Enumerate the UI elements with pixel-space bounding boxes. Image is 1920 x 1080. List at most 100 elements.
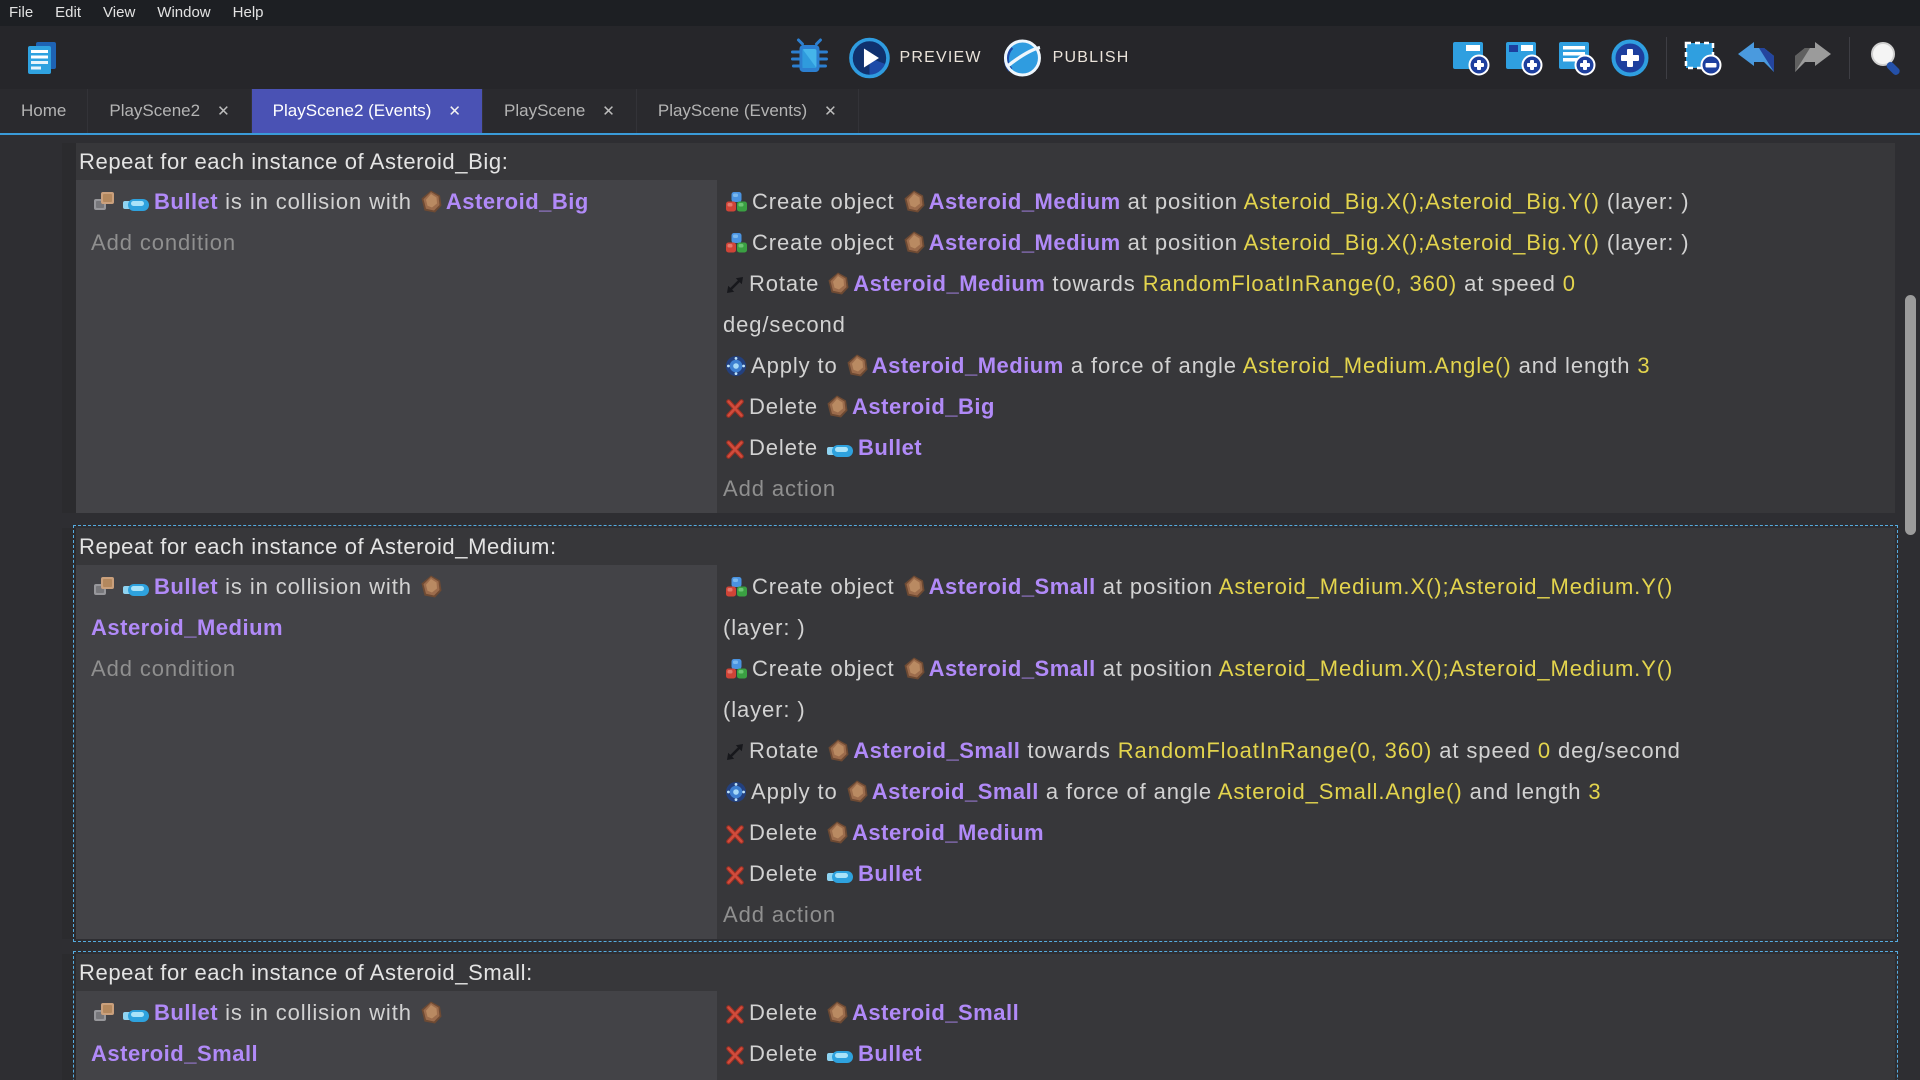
action-row[interactable]: Delete Bullet xyxy=(723,853,1887,894)
event-block[interactable]: Repeat for each instance of Asteroid_Med… xyxy=(62,528,1895,939)
event-block[interactable]: Repeat for each instance of Asteroid_Sma… xyxy=(62,954,1895,1080)
bullet-icon xyxy=(827,1049,854,1065)
event-drag-handle[interactable] xyxy=(62,143,76,513)
token-obj: Asteroid_Small xyxy=(872,779,1039,804)
token-text: at speed xyxy=(1432,738,1538,763)
menu-help[interactable]: Help xyxy=(222,0,275,26)
token-obj: Asteroid_Medium xyxy=(872,353,1064,378)
action-row[interactable]: Create object Asteroid_Medium at positio… xyxy=(723,222,1887,263)
action-row[interactable]: Create object Asteroid_Medium at positio… xyxy=(723,181,1887,222)
action-row[interactable]: Apply to Asteroid_Small a force of angle… xyxy=(723,771,1887,812)
token-obj: Bullet xyxy=(858,435,922,460)
tab-close-icon[interactable]: ✕ xyxy=(602,104,615,119)
add-comment-button[interactable] xyxy=(1553,35,1601,81)
action-row[interactable]: Delete Asteroid_Big xyxy=(723,386,1887,427)
action-row[interactable]: Create object Asteroid_Small at position… xyxy=(723,566,1887,648)
menu-view[interactable]: View xyxy=(92,0,146,26)
tab-label: PlayScene xyxy=(504,101,585,121)
preview-play-icon xyxy=(848,37,890,79)
condition-row[interactable]: Bullet is in collision with Asteroid_Big xyxy=(91,181,707,222)
project-manager-button[interactable] xyxy=(16,33,66,83)
search-button[interactable] xyxy=(1862,34,1910,82)
action-row[interactable]: Rotate Asteroid_Medium towards RandomFlo… xyxy=(723,263,1887,345)
token-text: is in collision with xyxy=(218,1000,419,1025)
add-condition-button[interactable]: Add condition xyxy=(91,1074,707,1080)
event-header[interactable]: Repeat for each instance of Asteroid_Med… xyxy=(76,528,1895,565)
add-action-button[interactable]: Add action xyxy=(723,468,1887,509)
actions-panel: Delete Asteroid_SmallDelete BulletAdd ac… xyxy=(717,991,1895,1080)
condition-row[interactable]: Bullet is in collision with Asteroid_Med… xyxy=(91,566,707,648)
tab-close-icon[interactable]: ✕ xyxy=(824,104,837,119)
tab-label: PlayScene (Events) xyxy=(658,101,807,121)
add-condition-button[interactable]: Add condition xyxy=(91,648,707,689)
conditions-panel: Bullet is in collision with Asteroid_Big… xyxy=(76,180,717,513)
tab-home[interactable]: Home xyxy=(0,89,88,133)
action-row[interactable]: Apply to Asteroid_Medium a force of angl… xyxy=(723,345,1887,386)
actions-panel: Create object Asteroid_Small at position… xyxy=(717,565,1895,939)
event-block[interactable]: Repeat for each instance of Asteroid_Big… xyxy=(62,143,1895,513)
publish-button[interactable]: PUBLISH xyxy=(998,33,1134,83)
debug-button[interactable] xyxy=(786,34,832,82)
token-text: Delete xyxy=(749,1000,825,1025)
menu-window[interactable]: Window xyxy=(146,0,221,26)
add-condition-button[interactable]: Add condition xyxy=(91,222,707,263)
token-text: Create object xyxy=(752,230,902,255)
bullet-icon xyxy=(123,1008,150,1024)
tab-playscene2-events[interactable]: PlayScene2 (Events) ✕ xyxy=(252,89,483,133)
tab-playscene2[interactable]: PlayScene2 ✕ xyxy=(88,89,251,133)
add-action-button[interactable]: Add action xyxy=(723,1074,1887,1080)
action-row[interactable]: Rotate Asteroid_Small towards RandomFloa… xyxy=(723,730,1887,771)
publish-label: PUBLISH xyxy=(1053,49,1130,67)
event-drag-handle[interactable] xyxy=(62,954,76,1080)
undo-icon xyxy=(1736,40,1778,76)
redo-icon xyxy=(1791,40,1833,76)
token-text: Delete xyxy=(749,435,825,460)
preview-button[interactable]: PREVIEW xyxy=(844,33,985,83)
token-obj: Asteroid_Medium xyxy=(91,615,283,640)
token-text: at speed xyxy=(1457,271,1563,296)
create-icon xyxy=(725,576,748,598)
menu-edit[interactable]: Edit xyxy=(44,0,92,26)
create-icon xyxy=(725,232,748,254)
event-header[interactable]: Repeat for each instance of Asteroid_Big… xyxy=(76,143,1895,180)
search-icon xyxy=(1866,38,1906,78)
tab-playscene[interactable]: PlayScene ✕ xyxy=(483,89,637,133)
add-action-button[interactable]: Add action xyxy=(723,894,1887,935)
asteroid-icon xyxy=(827,821,848,844)
add-event-button[interactable] xyxy=(1447,35,1495,81)
token-text: Create object xyxy=(752,656,902,681)
tab-close-icon[interactable]: ✕ xyxy=(448,104,461,119)
menu-file[interactable]: File xyxy=(0,0,44,26)
token-obj: Asteroid_Small xyxy=(91,1041,258,1066)
action-row[interactable]: Delete Bullet xyxy=(723,427,1887,468)
action-row[interactable]: Create object Asteroid_Small at position… xyxy=(723,648,1887,730)
asteroid-icon xyxy=(847,780,868,803)
add-other-button[interactable] xyxy=(1606,34,1654,82)
toolbar-separator xyxy=(1666,37,1667,79)
event-header[interactable]: Repeat for each instance of Asteroid_Sma… xyxy=(76,954,1895,991)
action-row[interactable]: Delete Asteroid_Medium xyxy=(723,812,1887,853)
token-text: Apply to xyxy=(751,353,845,378)
token-text: deg/second xyxy=(723,312,846,337)
conditions-panel: Bullet is in collision with Asteroid_Med… xyxy=(76,565,717,939)
events-sheet[interactable]: Repeat for each instance of Asteroid_Big… xyxy=(0,135,1920,1080)
undo-button[interactable] xyxy=(1732,36,1782,80)
tab-bar: Home PlayScene2 ✕ PlayScene2 (Events) ✕ … xyxy=(0,89,1920,135)
action-row[interactable]: Delete Bullet xyxy=(723,1033,1887,1074)
tab-playscene-events[interactable]: PlayScene (Events) ✕ xyxy=(637,89,859,133)
add-sub-event-button[interactable] xyxy=(1500,35,1548,81)
event-drag-handle[interactable] xyxy=(62,528,76,939)
condition-row[interactable]: Bullet is in collision with Asteroid_Sma… xyxy=(91,992,707,1074)
collision-icon xyxy=(93,576,117,598)
scrollbar-thumb[interactable] xyxy=(1905,295,1916,535)
action-row[interactable]: Delete Asteroid_Small xyxy=(723,992,1887,1033)
token-text: and length xyxy=(1463,779,1589,804)
toolbar-separator xyxy=(1849,37,1850,79)
add-sub-event-icon xyxy=(1504,39,1544,77)
menu-bar: File Edit View Window Help xyxy=(0,0,1920,26)
token-obj: Bullet xyxy=(858,861,922,886)
redo-button[interactable] xyxy=(1787,36,1837,80)
main-toolbar: PREVIEW PUBLISH xyxy=(0,26,1920,89)
tab-close-icon[interactable]: ✕ xyxy=(217,104,230,119)
delete-selection-button[interactable] xyxy=(1679,35,1727,81)
